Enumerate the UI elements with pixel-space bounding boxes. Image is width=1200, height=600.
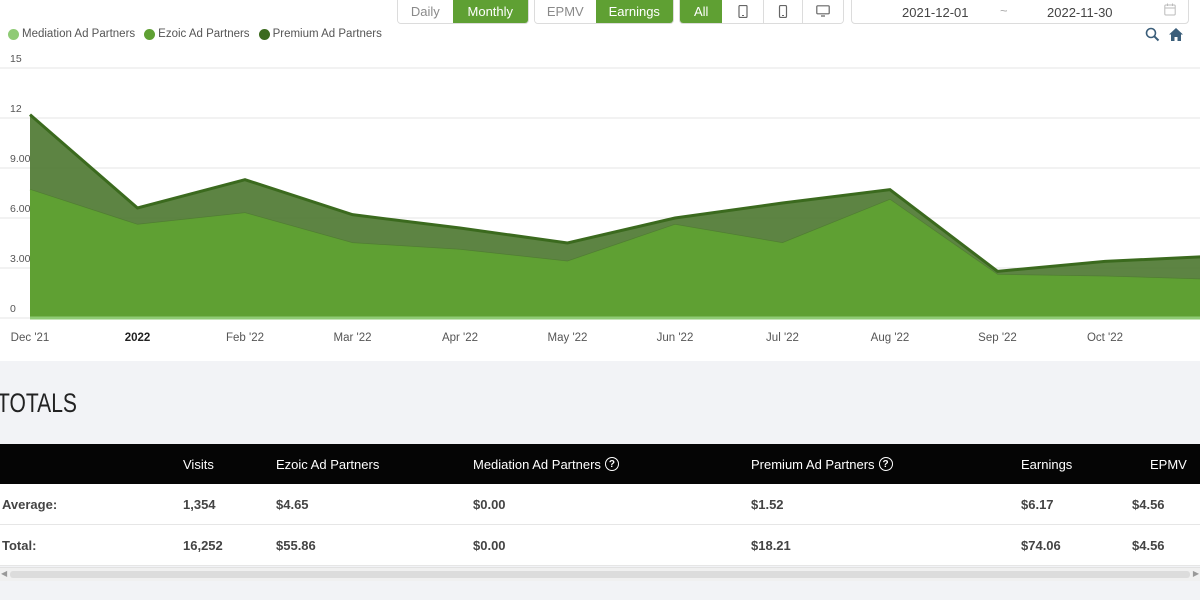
totals-heading: TOTALS — [0, 388, 77, 418]
x-tick-label: Sep '22 — [978, 332, 1017, 344]
cell-epmv: $4.56 — [1132, 496, 1165, 512]
cell-epmv: $4.56 — [1132, 537, 1165, 553]
cell-visits: 16,252 — [183, 537, 223, 553]
x-tick-label: Jun '22 — [657, 332, 694, 344]
column-header-mediation[interactable]: Mediation Ad Partners ? — [473, 444, 619, 484]
x-tick-label: May '22 — [548, 332, 588, 344]
column-header-epmv[interactable]: EPMV — [1150, 444, 1187, 484]
y-tick-label: 0 — [10, 303, 16, 315]
table-header-row: Visits Ezoic Ad Partners Mediation Ad Pa… — [0, 444, 1200, 484]
y-tick-label: 6.00 — [10, 203, 31, 215]
help-icon[interactable]: ? — [878, 457, 893, 471]
cell-visits: 1,354 — [183, 496, 216, 512]
cell-ezoic: $55.86 — [276, 537, 316, 553]
column-header-premium[interactable]: Premium Ad Partners ? — [751, 444, 893, 484]
x-tick-label: Aug '22 — [871, 332, 910, 344]
chart-panel: Daily Monthly EPMV Earnings All 2021-12-… — [0, 0, 1200, 361]
x-tick-label: Apr '22 — [442, 332, 478, 344]
scroll-right-arrow[interactable]: ▶ — [1193, 569, 1199, 578]
column-header-ezoic[interactable]: Ezoic Ad Partners — [276, 444, 379, 484]
cell-earnings: $74.06 — [1021, 537, 1061, 553]
cell-premium: $1.52 — [751, 496, 784, 512]
y-axis-labels: 0 3.00 6.00 9.00 12 15 — [10, 53, 31, 315]
help-icon[interactable]: ? — [604, 457, 619, 471]
x-tick-label: Feb '22 — [226, 332, 264, 344]
table-row-total: Total: 16,252 $55.86 $0.00 $18.21 $74.06… — [0, 525, 1200, 566]
cell-premium: $18.21 — [751, 537, 791, 553]
totals-table: Visits Ezoic Ad Partners Mediation Ad Pa… — [0, 444, 1200, 566]
column-header-label: Premium Ad Partners — [751, 456, 875, 472]
row-label: Average: — [2, 496, 58, 512]
y-tick-label: 9.00 — [10, 153, 31, 165]
cell-ezoic: $4.65 — [276, 496, 309, 512]
cell-mediation: $0.00 — [473, 496, 506, 512]
x-tick-label: Dec '21 — [11, 332, 50, 344]
column-header-earnings[interactable]: Earnings — [1021, 444, 1072, 484]
earnings-area-chart: 0 3.00 6.00 9.00 12 15 Dec '21 2022 Feb '22 Mar … — [0, 53, 1200, 344]
x-tick-label: 2022 — [125, 332, 151, 344]
x-tick-label: Mar '22 — [334, 332, 372, 344]
table-row-average: Average: 1,354 $4.65 $0.00 $1.52 $6.17 $… — [0, 484, 1200, 525]
scrollbar-thumb[interactable] — [10, 571, 1190, 578]
x-tick-label: Oct '22 — [1087, 332, 1123, 344]
y-tick-label: 3.00 — [10, 253, 31, 265]
scroll-left-arrow[interactable]: ◀ — [1, 569, 7, 578]
column-header-visits[interactable]: Visits — [183, 444, 214, 484]
y-tick-label: 15 — [10, 53, 22, 65]
cell-mediation: $0.00 — [473, 537, 506, 553]
y-tick-label: 12 — [10, 103, 22, 115]
x-tick-label: Jul '22 — [766, 332, 799, 344]
cell-earnings: $6.17 — [1021, 496, 1054, 512]
row-label: Total: — [2, 537, 37, 553]
column-header-label: Mediation Ad Partners — [473, 456, 601, 472]
chart-areas — [29, 113, 1200, 320]
horizontal-scrollbar[interactable]: ◀ ▶ — [0, 567, 1200, 581]
x-axis-labels: Dec '21 2022 Feb '22 Mar '22 Apr '22 May '22 J… — [11, 332, 1123, 344]
